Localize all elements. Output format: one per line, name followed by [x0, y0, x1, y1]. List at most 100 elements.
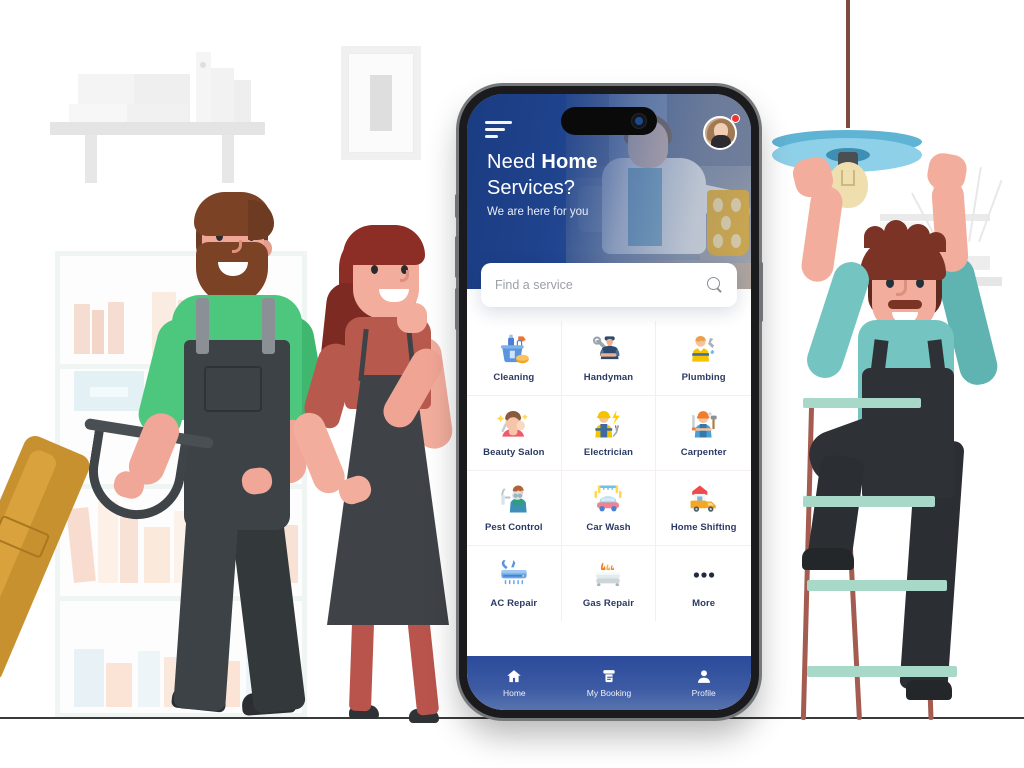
beauty-salon-icon — [496, 408, 531, 440]
illustration-scene: Need Home Services? We are here for you … — [0, 0, 1024, 768]
character-woman-thinking — [288, 225, 475, 723]
tab-my-booking-label: My Booking — [586, 688, 632, 698]
service-label: Cleaning — [493, 372, 535, 383]
hand — [925, 150, 969, 194]
dynamic-island — [561, 107, 657, 135]
service-cell-carpenter[interactable]: Carpenter — [656, 396, 751, 471]
shelf-box — [127, 104, 189, 123]
hair-spike — [926, 232, 946, 252]
service-label: Beauty Salon — [483, 447, 545, 458]
shelf-box — [69, 104, 127, 123]
service-cell-home-shifting[interactable]: Home Shifting — [656, 471, 751, 546]
shelf-board — [50, 122, 265, 135]
phone-power-button[interactable] — [759, 262, 763, 322]
search-placeholder: Find a service — [495, 278, 573, 292]
service-cell-cleaning[interactable]: Cleaning — [467, 321, 562, 396]
shelf-book — [211, 68, 234, 123]
service-label: Pest Control — [484, 522, 543, 533]
front-camera-icon — [632, 114, 646, 128]
service-cell-more[interactable]: More — [656, 546, 751, 621]
service-label: More — [692, 597, 716, 609]
phone-mute-switch[interactable] — [455, 194, 459, 218]
hero-title-line1: Need Home — [487, 150, 598, 176]
shelf-book — [234, 80, 251, 123]
service-label: Car Wash — [586, 522, 631, 533]
phone-volume-down[interactable] — [455, 288, 459, 330]
ac-repair-icon — [497, 559, 531, 591]
bottom-tabbar: Home My Booking Profile — [467, 656, 751, 710]
search-icon[interactable] — [707, 277, 723, 293]
ladder-step — [807, 666, 957, 677]
service-cell-pest-control[interactable]: Pest Control — [467, 471, 562, 546]
profile-icon — [695, 668, 713, 685]
eye — [371, 265, 378, 274]
search-container: Find a service — [481, 263, 737, 307]
more-dots-icon — [687, 559, 721, 591]
home-icon — [505, 668, 523, 685]
service-label: Gas Repair — [582, 597, 635, 609]
service-label: Electrician — [583, 447, 634, 458]
shelf-leg — [222, 135, 234, 183]
booking-icon — [600, 668, 618, 685]
home-shifting-icon — [687, 483, 721, 515]
service-cell-beauty-salon[interactable]: Beauty Salon — [467, 396, 562, 471]
picture-frame-art — [370, 75, 392, 131]
leg — [173, 508, 239, 712]
gas-repair-icon — [591, 559, 625, 591]
overall-strap — [196, 298, 209, 354]
plumbing-icon — [687, 333, 721, 365]
hero-title-bold: Home — [541, 151, 598, 173]
electrician-icon — [591, 408, 625, 440]
pest-control-icon — [497, 483, 531, 515]
tab-profile[interactable]: Profile — [656, 668, 751, 698]
hero-subtitle: We are here for you — [487, 206, 589, 219]
tab-home-label: Home — [502, 688, 526, 698]
hero-title-line2: Services? — [487, 176, 575, 199]
hair-spike — [884, 220, 908, 246]
cleaning-icon — [497, 333, 531, 365]
tab-profile-label: Profile — [691, 688, 716, 698]
overall-strap — [262, 298, 275, 354]
ladder-step — [803, 398, 921, 408]
search-input[interactable]: Find a service — [481, 263, 737, 307]
step-ladder-steps — [795, 388, 957, 720]
service-cell-car-wash[interactable]: Car Wash — [561, 471, 657, 546]
shelf-leg — [85, 135, 97, 183]
hand-on-chin — [397, 303, 427, 333]
tab-home[interactable]: Home — [467, 668, 562, 698]
service-cell-ac-repair[interactable]: AC Repair — [467, 546, 562, 621]
phone-screen: Need Home Services? We are here for you … — [467, 94, 751, 710]
hair-spike — [864, 226, 886, 248]
tab-my-booking[interactable]: My Booking — [562, 668, 657, 698]
hamburger-icon[interactable] — [485, 120, 513, 140]
carpenter-icon — [687, 408, 721, 440]
shelf-book-dot — [200, 62, 206, 68]
lamp-cord — [846, 0, 850, 128]
smartphone-mockup: Need Home Services? We are here for you … — [455, 86, 763, 718]
service-label: Home Shifting — [670, 522, 737, 533]
service-cell-plumbing[interactable]: Plumbing — [656, 321, 751, 396]
overall-pocket — [204, 366, 262, 412]
services-section: Cleaning Handyman Plumbing Beauty Salon … — [467, 289, 751, 656]
hair — [343, 225, 425, 265]
car-wash-icon — [591, 483, 625, 515]
hero-title-prefix: Need — [487, 151, 542, 173]
service-label: Handyman — [583, 372, 634, 383]
service-cell-electrician[interactable]: Electrician — [561, 396, 657, 471]
service-cell-handyman[interactable]: Handyman — [561, 321, 657, 396]
moustache — [888, 300, 922, 309]
hero-text-block: Need Home Services? We are here for you — [487, 150, 598, 218]
ladder-step — [803, 496, 935, 507]
service-label: Carpenter — [680, 447, 727, 458]
service-cell-gas-repair[interactable]: Gas Repair — [562, 546, 657, 621]
service-label: AC Repair — [490, 597, 538, 609]
handyman-icon — [591, 333, 625, 365]
hero-banner: Need Home Services? We are here for you — [467, 94, 751, 289]
service-label: Plumbing — [681, 372, 726, 383]
phone-volume-up[interactable] — [455, 236, 459, 278]
hair-side — [248, 200, 274, 240]
services-grid: Cleaning Handyman Plumbing Beauty Salon … — [467, 321, 751, 621]
ladder-step — [807, 580, 947, 591]
picture-frame — [341, 46, 421, 160]
notification-badge — [731, 114, 740, 123]
